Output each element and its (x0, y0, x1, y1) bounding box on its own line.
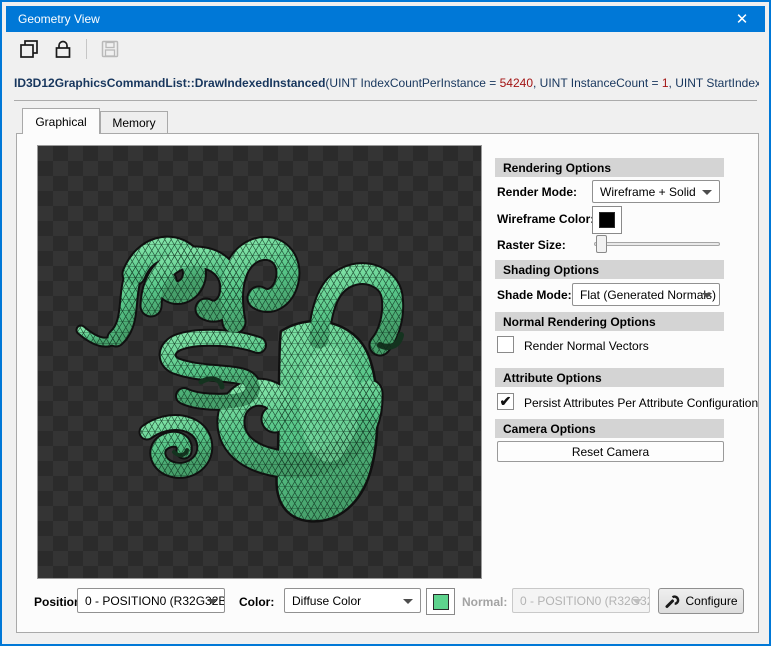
copy-button[interactable] (16, 36, 42, 62)
wrench-icon (664, 593, 680, 609)
chevron-down-icon (207, 599, 217, 604)
position-dropdown[interactable]: 0 - POSITION0 (R32G32B (77, 588, 225, 613)
shade-mode-label: Shade Mode: (497, 288, 572, 302)
attribute-options-header: Attribute Options (495, 368, 724, 387)
persist-attributes-checkbox[interactable]: ✔ (497, 393, 514, 410)
save-icon (101, 40, 119, 58)
render-normal-vectors-label: Render Normal Vectors (524, 339, 649, 353)
raster-size-slider[interactable] (594, 242, 720, 246)
raster-size-slider-thumb[interactable] (596, 235, 607, 253)
title-bar: Geometry View ✕ (6, 6, 765, 32)
configure-button[interactable]: Configure (658, 588, 744, 614)
tab-graphical[interactable]: Graphical (22, 108, 100, 134)
rendering-options-header: Rendering Options (495, 158, 724, 177)
lock-icon (53, 39, 73, 59)
color-dropdown[interactable]: Diffuse Color (284, 588, 421, 613)
normal-label: Normal: (462, 595, 507, 609)
chevron-down-icon (702, 293, 712, 298)
diffuse-color-swatch (433, 594, 449, 610)
render-normal-vectors-checkbox[interactable] (497, 336, 514, 353)
normal-rendering-options-header: Normal Rendering Options (495, 312, 724, 331)
render-mode-label: Render Mode: (497, 185, 577, 199)
raster-size-label: Raster Size: (497, 238, 566, 252)
color-label: Color: (239, 595, 274, 609)
wireframe-color-swatch (599, 212, 615, 228)
render-mode-dropdown[interactable]: Wireframe + Solid (592, 180, 720, 203)
chevron-down-icon (403, 599, 413, 604)
diffuse-color-swatch-button[interactable] (426, 588, 455, 615)
normal-dropdown-disabled: 0 - POSITION0 (R32G32B (512, 588, 650, 613)
camera-options-header: Camera Options (495, 419, 724, 438)
geometry-view-window: Geometry View ✕ ID3D12GraphicsCommandL (0, 0, 771, 646)
chevron-down-icon (632, 599, 642, 604)
wireframe-color-label: Wireframe Color: (497, 212, 594, 226)
geometry-viewport[interactable] (37, 145, 482, 579)
lock-button[interactable] (50, 36, 76, 62)
api-call-text: ID3D12GraphicsCommandList::DrawIndexedIn… (14, 76, 759, 96)
toolbar (6, 32, 765, 66)
wireframe-color-button[interactable] (592, 206, 622, 234)
persist-attributes-label: Persist Attributes Per Attribute Configu… (524, 396, 758, 410)
toolbar-separator (86, 39, 87, 59)
checkerboard-background (38, 146, 481, 578)
divider (14, 100, 757, 101)
save-button-disabled (97, 36, 123, 62)
window-title: Geometry View (18, 12, 100, 26)
shading-options-header: Shading Options (495, 260, 724, 279)
reset-camera-button[interactable]: Reset Camera (497, 441, 724, 462)
check-icon: ✔ (500, 393, 512, 410)
mesh-canvas (38, 146, 481, 578)
close-icon[interactable]: ✕ (731, 9, 753, 29)
shade-mode-dropdown[interactable]: Flat (Generated Normals) (572, 283, 720, 306)
tab-memory[interactable]: Memory (100, 111, 168, 134)
api-method-name: ID3D12GraphicsCommandList::DrawIndexedIn… (14, 76, 325, 90)
copy-icon (19, 39, 39, 59)
chevron-down-icon (702, 190, 712, 195)
